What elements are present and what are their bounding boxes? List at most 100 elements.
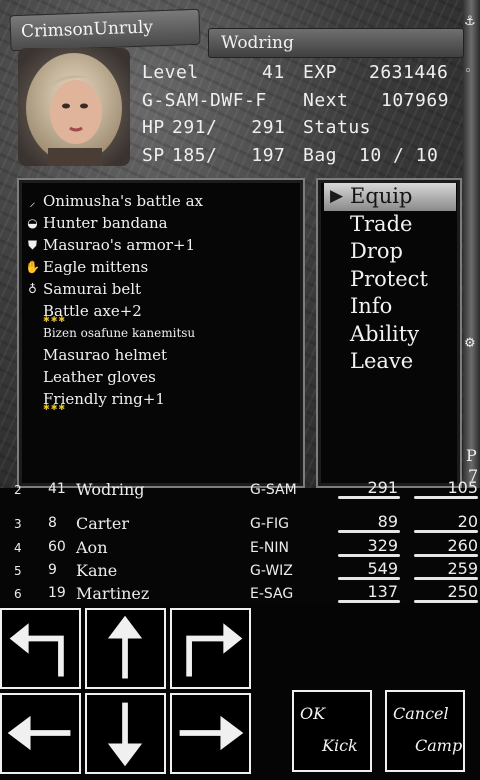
party-member-hp: 549 (367, 559, 398, 578)
arrow-right-icon (179, 715, 244, 751)
party-member-name: Carter (76, 514, 129, 533)
equipment-item[interactable]: ◒ Hunter bandana (25, 212, 203, 234)
equipment-panel: ⸝ Onimusha's battle ax ◒ Hunter bandana ⛊ Mas… (17, 178, 305, 488)
action-menu: ▶ Equip Trade Drop Protect Info Ability … (316, 178, 462, 488)
hp-bar (338, 600, 400, 603)
party-row[interactable]: 3 8 Carter G-FIG 89 20 (0, 512, 480, 535)
party-member-hp: 89 (377, 512, 398, 531)
party-member-class: E-NIN (250, 540, 289, 556)
party-member-sp: 250 (447, 582, 478, 601)
party-member-class: G-WIZ (250, 563, 293, 579)
party-member-sp: 20 (457, 512, 478, 531)
armor-icon: ⛊ (27, 237, 37, 252)
equipment-item-label: Onimusha's battle ax (43, 192, 203, 210)
equipment-item[interactable]: Friendly ring+1 ✱✱✱ (25, 388, 203, 412)
party-member-level: 8 (48, 515, 57, 531)
menu-item-ability[interactable]: Ability (350, 322, 419, 346)
party-member-level: 19 (48, 585, 66, 601)
axe-icon: ⸝ (29, 194, 36, 209)
equipment-item-label: Eagle mittens (43, 258, 149, 276)
hp-value: 291/ 291 (172, 117, 286, 138)
sp-label: SP (142, 145, 165, 166)
turn-right-button[interactable] (170, 608, 251, 689)
menu-item-drop[interactable]: Drop (350, 239, 403, 263)
equipment-item-label: Samurai belt (43, 280, 142, 298)
menu-item-equip[interactable]: Equip (350, 184, 412, 208)
party-slot-number: 6 (14, 587, 22, 601)
turn-left-button[interactable] (0, 608, 81, 689)
turn-right-icon (186, 623, 243, 677)
party-slot-number: 4 (14, 541, 22, 555)
sp-bar (414, 577, 478, 580)
hp-bar (338, 577, 400, 580)
menu-item-leave[interactable]: Leave (350, 349, 413, 373)
menu-item-protect[interactable]: Protect (350, 267, 428, 291)
equipment-item[interactable]: Leather gloves (25, 366, 203, 388)
move-back-button[interactable] (85, 693, 166, 774)
camp-label: Camp (415, 736, 463, 755)
character-subtitle: Wodring (208, 28, 464, 58)
level-label: Level (142, 62, 199, 83)
party-header-partial: P (466, 446, 477, 465)
alignment-race: G-SAM-DWF-F (142, 90, 267, 111)
equipment-item[interactable]: ✋ Eagle mittens (25, 256, 203, 278)
accessory-icon: ♁ (28, 282, 37, 296)
menu-item-trade[interactable]: Trade (350, 212, 412, 236)
party-member-class: E-SAG (250, 586, 294, 602)
menu-item-info[interactable]: Info (350, 294, 392, 318)
strafe-left-button[interactable] (0, 693, 81, 774)
equipment-item[interactable]: Bizen osafune kanemitsu (25, 322, 203, 344)
gloves-icon: ✋ (25, 260, 40, 274)
party-row[interactable]: 2 41 Wodring G-SAM 291 105 (0, 478, 480, 501)
equipment-item-label: Bizen osafune kanemitsu (43, 326, 196, 340)
cancel-label: Cancel (393, 704, 449, 723)
party-member-class: G-SAM (250, 482, 297, 498)
party-member-sp: 259 (447, 559, 478, 578)
cancel-camp-button[interactable]: Cancel Camp (385, 690, 465, 772)
turn-left-icon (9, 623, 64, 677)
ok-kick-button[interactable]: OK Kick (292, 690, 372, 772)
party-member-level: 9 (48, 562, 57, 578)
equipment-item[interactable]: ⛊ Masurao's armor+1 (25, 234, 203, 256)
bag-value: 10 / 10 (359, 145, 439, 166)
next-value: 107969 (381, 90, 450, 111)
equipment-item[interactable]: ⸝ Onimusha's battle ax (25, 190, 203, 212)
party-slot-number: 3 (14, 517, 22, 531)
strip-gear-icon: ⚙ (464, 336, 476, 351)
move-forward-button[interactable] (85, 608, 166, 689)
party-row[interactable]: 6 19 Martinez E-SAG 137 250 (0, 582, 480, 605)
party-table: 2 41 Wodring G-SAM 291 105 3 8 Carter G-FIG 89 20 4 6… (0, 478, 480, 605)
sp-bar (414, 530, 478, 533)
party-slot-number: 2 (14, 483, 22, 497)
equipment-item-label: Hunter bandana (43, 214, 168, 232)
arrow-down-icon (107, 702, 143, 767)
ok-label: OK (300, 704, 326, 723)
hp-bar (338, 496, 400, 499)
kick-label: Kick (322, 736, 358, 755)
rarity-stars: ✱✱✱ (43, 403, 67, 412)
sp-bar (414, 496, 478, 499)
equipment-list: ⸝ Onimusha's battle ax ◒ Hunter bandana ⛊ Mas… (25, 190, 203, 412)
party-member-hp: 137 (367, 582, 398, 601)
party-member-level: 60 (48, 539, 66, 555)
equipment-item-label: Masurao's armor+1 (43, 236, 196, 254)
party-member-class: G-FIG (250, 516, 289, 532)
hp-bar (338, 530, 400, 533)
party-row[interactable]: 4 60 Aon E-NIN 329 260 (0, 536, 480, 559)
equipment-item-label: Leather gloves (43, 368, 156, 386)
arrow-left-icon (7, 715, 71, 751)
party-member-name: Kane (76, 561, 118, 580)
strafe-right-button[interactable] (170, 693, 251, 774)
level-value: 41 (262, 62, 285, 83)
equipment-item[interactable]: Masurao helmet (25, 344, 203, 366)
party-row[interactable]: 5 9 Kane G-WIZ 549 259 (0, 559, 480, 582)
equipment-item[interactable]: Battle axe+2 ✱✱✱ (25, 300, 203, 324)
sp-bar (414, 600, 478, 603)
character-portrait[interactable] (18, 48, 130, 166)
party-member-hp: 329 (367, 536, 398, 555)
exp-label: EXP (303, 62, 338, 83)
equipment-item[interactable]: ♁ Samurai belt (25, 278, 203, 300)
bag-label: Bag (303, 145, 338, 166)
status-label: Status (303, 117, 372, 138)
party-member-name: Wodring (76, 480, 145, 499)
